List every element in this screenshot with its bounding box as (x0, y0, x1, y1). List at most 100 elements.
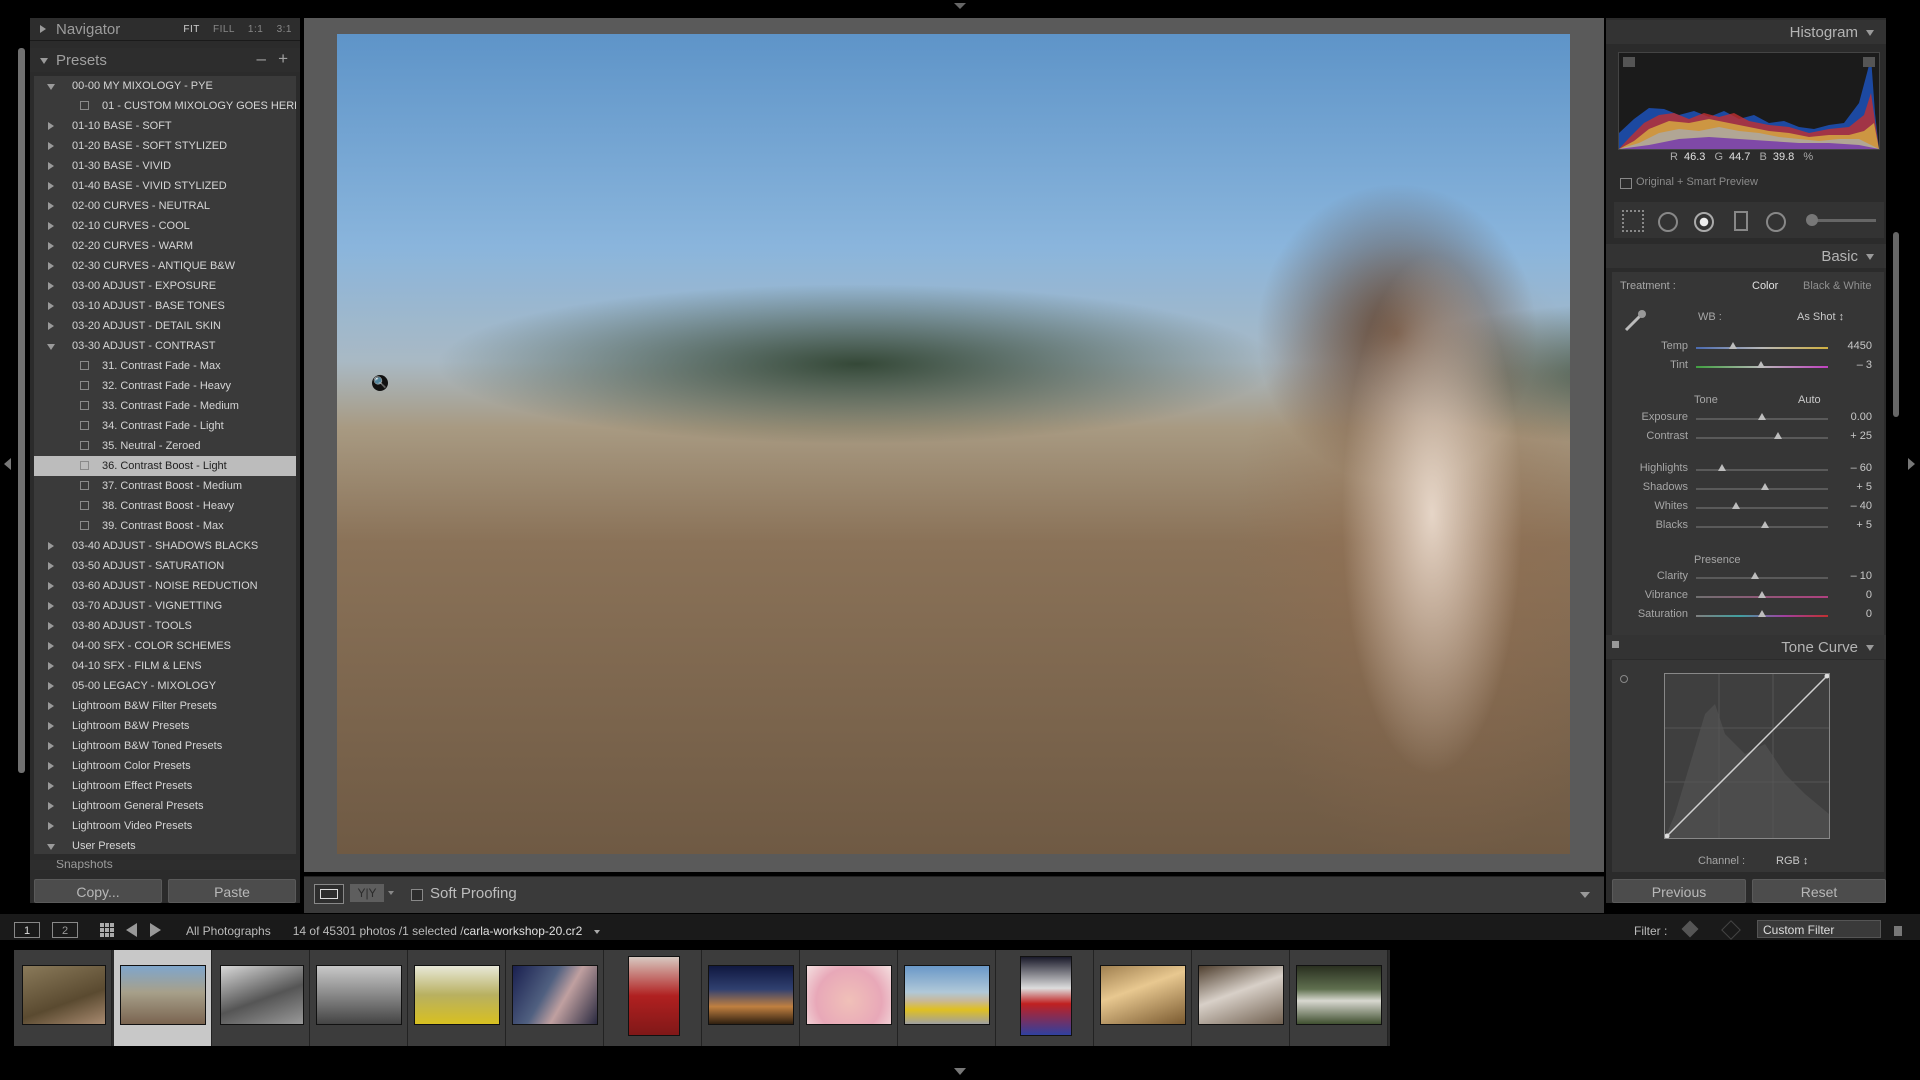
treatment-color-button[interactable]: Color (1752, 280, 1778, 292)
zoom-fit-option[interactable]: FIT (183, 24, 199, 35)
folder-collapsed-icon[interactable] (48, 142, 54, 150)
folder-collapsed-icon[interactable] (48, 642, 54, 650)
preset-item[interactable]: 32. Contrast Fade - Heavy (34, 376, 296, 396)
expand-icon[interactable] (40, 25, 46, 33)
vibrance-value[interactable]: 0 (1832, 589, 1872, 601)
preset-folder[interactable]: Lightroom B&W Presets (34, 716, 296, 736)
folder-collapsed-icon[interactable] (48, 122, 54, 130)
folder-collapsed-icon[interactable] (48, 662, 54, 670)
preset-folder[interactable]: 03-10 ADJUST - BASE TONES (34, 296, 296, 316)
preset-folder[interactable]: 03-50 ADJUST - SATURATION (34, 556, 296, 576)
preset-item[interactable]: 39. Contrast Boost - Max (34, 516, 296, 536)
radial-filter-icon[interactable] (1766, 212, 1786, 232)
folder-expanded-icon[interactable] (47, 844, 55, 850)
before-after-button[interactable]: Y|Y (350, 884, 384, 902)
filmstrip-thumb[interactable] (800, 950, 898, 1046)
back-arrow-icon[interactable] (126, 923, 137, 937)
navigator-header[interactable]: Navigator FIT FILL 1:1 3:1 (30, 18, 300, 41)
folder-collapsed-icon[interactable] (48, 582, 54, 590)
reset-button[interactable]: Reset (1752, 879, 1886, 903)
toolbar-menu-icon[interactable] (1580, 892, 1590, 898)
preset-folder[interactable]: User Presets (34, 836, 296, 854)
saturation-slider-knob[interactable] (1758, 610, 1766, 617)
before-after-dropdown-icon[interactable] (388, 891, 394, 895)
collapse-icon[interactable] (1866, 645, 1874, 651)
tint-value[interactable]: – 3 (1832, 359, 1872, 371)
filmstrip-thumb[interactable] (14, 950, 112, 1046)
filmstrip-thumb[interactable] (1192, 950, 1290, 1046)
folder-collapsed-icon[interactable] (48, 222, 54, 230)
preset-folder[interactable]: 03-20 ADJUST - DETAIL SKIN (34, 316, 296, 336)
clarity-value[interactable]: – 10 (1832, 570, 1872, 582)
folder-collapsed-icon[interactable] (48, 282, 54, 290)
highlights-value[interactable]: – 60 (1832, 462, 1872, 474)
preset-folder[interactable]: 03-40 ADJUST - SHADOWS BLACKS (34, 536, 296, 556)
filter-select[interactable]: Custom Filter (1757, 920, 1881, 938)
tint-slider-knob[interactable] (1756, 361, 1765, 368)
soft-proofing-checkbox[interactable] (411, 889, 423, 901)
filmstrip-thumb[interactable] (1094, 950, 1192, 1046)
folder-collapsed-icon[interactable] (48, 822, 54, 830)
preset-folder[interactable]: 01-20 BASE - SOFT STYLIZED (34, 136, 296, 156)
whites-slider-track[interactable] (1696, 507, 1828, 509)
presets-header[interactable]: Presets – + (30, 48, 300, 72)
preset-folder[interactable]: 01-40 BASE - VIVID STYLIZED (34, 176, 296, 196)
paste-settings-button[interactable]: Paste (168, 879, 296, 903)
left-panel-toggle-icon[interactable] (4, 458, 11, 470)
folder-collapsed-icon[interactable] (48, 802, 54, 810)
loupe-view-button[interactable] (314, 884, 344, 904)
folder-collapsed-icon[interactable] (48, 242, 54, 250)
preset-folder[interactable]: 04-10 SFX - FILM & LENS (34, 656, 296, 676)
folder-collapsed-icon[interactable] (48, 562, 54, 570)
adjustment-brush-icon[interactable] (1806, 214, 1818, 226)
shadows-value[interactable]: + 5 (1832, 481, 1872, 493)
folder-collapsed-icon[interactable] (48, 722, 54, 730)
preset-folder[interactable]: Lightroom Effect Presets (34, 776, 296, 796)
folder-collapsed-icon[interactable] (48, 682, 54, 690)
zoom-1to1-option[interactable]: 1:1 (248, 24, 263, 35)
filmstrip-thumb[interactable] (310, 950, 408, 1046)
window-1-button[interactable]: 1 (14, 922, 40, 938)
preset-folder[interactable]: Lightroom Color Presets (34, 756, 296, 776)
filmstrip-thumb[interactable] (408, 950, 506, 1046)
whites-slider-knob[interactable] (1731, 502, 1740, 509)
left-panel-scrollbar[interactable] (18, 48, 25, 773)
wb-select[interactable]: As Shot ↕ (1797, 311, 1844, 323)
filmstrip-thumb[interactable] (996, 950, 1094, 1046)
filmstrip-thumb[interactable] (506, 950, 604, 1046)
target-adjust-icon[interactable] (1620, 675, 1628, 683)
filter-lock-icon[interactable] (1894, 926, 1902, 936)
preset-item[interactable]: 37. Contrast Boost - Medium (34, 476, 296, 496)
preset-folder[interactable]: 02-30 CURVES - ANTIQUE B&W (34, 256, 296, 276)
crop-tool-icon[interactable] (1622, 210, 1644, 232)
contrast-slider-track[interactable] (1696, 437, 1828, 439)
whites-value[interactable]: – 40 (1832, 500, 1872, 512)
preset-folder[interactable]: 01-30 BASE - VIVID (34, 156, 296, 176)
zoom-fill-option[interactable]: FILL (213, 24, 235, 35)
filmstrip-thumb-selected[interactable] (114, 950, 212, 1046)
folder-collapsed-icon[interactable] (48, 742, 54, 750)
folder-collapsed-icon[interactable] (48, 622, 54, 630)
preset-folder[interactable]: Lightroom General Presets (34, 796, 296, 816)
filename-dropdown-icon[interactable] (593, 929, 600, 934)
previous-button[interactable]: Previous (1612, 879, 1746, 903)
collapse-icon[interactable] (40, 58, 48, 64)
wb-eyedropper-icon[interactable] (1622, 308, 1648, 334)
preset-folder[interactable]: 03-30 ADJUST - CONTRAST (34, 336, 296, 356)
preset-folder[interactable]: 02-00 CURVES - NEUTRAL (34, 196, 296, 216)
folder-collapsed-icon[interactable] (48, 602, 54, 610)
highlights-slider-knob[interactable] (1718, 464, 1727, 471)
filmstrip-thumb[interactable] (604, 950, 702, 1046)
contrast-slider-knob[interactable] (1773, 432, 1782, 439)
temp-slider-knob[interactable] (1728, 342, 1737, 349)
filmstrip-thumb[interactable] (702, 950, 800, 1046)
filmstrip-thumb[interactable] (1290, 950, 1388, 1046)
filmstrip-thumb[interactable] (212, 950, 310, 1046)
adjustment-brush-slider[interactable] (1808, 219, 1876, 222)
shadows-slider-knob[interactable] (1760, 483, 1769, 490)
highlights-slider-track[interactable] (1696, 469, 1828, 471)
blacks-value[interactable]: + 5 (1832, 519, 1872, 531)
treatment-bw-button[interactable]: Black & White (1803, 280, 1871, 292)
channel-select[interactable]: RGB ↕ (1776, 855, 1808, 867)
preset-folder[interactable]: 04-00 SFX - COLOR SCHEMES (34, 636, 296, 656)
